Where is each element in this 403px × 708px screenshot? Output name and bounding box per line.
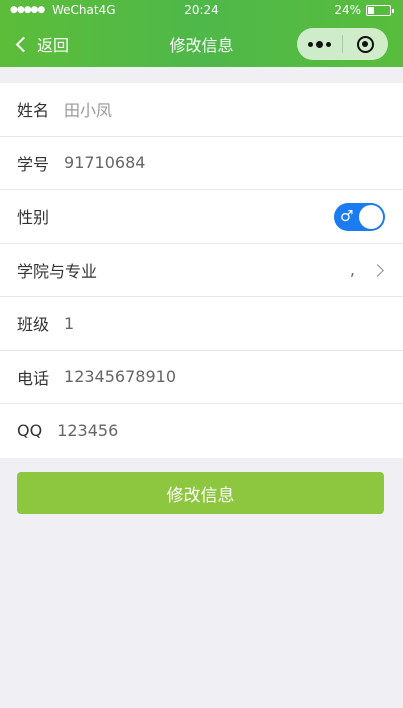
navigation-bar: 返回 修改信息 xyxy=(0,20,403,67)
name-input[interactable]: 田小凤 xyxy=(64,97,112,121)
battery-percent: 24% xyxy=(334,3,361,17)
name-label: 姓名 xyxy=(17,101,50,121)
qq-row: QQ 123456 xyxy=(0,404,403,458)
info-form: 姓名 田小凤 学号 91710684 性别 ♂ 学院与专业 , 班级 1 电话 … xyxy=(0,83,403,458)
phone-input[interactable]: 12345678910 xyxy=(64,367,176,386)
major-picker-value: , xyxy=(349,260,355,280)
gender-switch[interactable]: ♂ xyxy=(334,203,385,231)
qq-input[interactable]: 123456 xyxy=(57,421,118,440)
student-id-label: 学号 xyxy=(17,154,50,174)
qq-label: QQ xyxy=(17,421,43,441)
target-icon xyxy=(357,35,374,53)
male-icon: ♂ xyxy=(340,207,354,225)
more-dots-icon xyxy=(308,41,313,47)
battery-icon xyxy=(366,5,394,16)
chevron-right-icon xyxy=(371,263,384,277)
close-miniprogram-button[interactable] xyxy=(343,28,388,60)
top-bar: ●●●●● WeChat4G 20:24 24% 返回 修改信息 xyxy=(0,0,403,67)
name-row: 姓名 田小凤 xyxy=(0,83,403,137)
miniprogram-capsule xyxy=(297,28,388,60)
more-menu-button[interactable] xyxy=(297,28,342,60)
phone-row: 电话 12345678910 xyxy=(0,351,403,404)
class-input[interactable]: 1 xyxy=(64,314,74,333)
student-id-input[interactable]: 91710684 xyxy=(64,153,145,172)
switch-knob xyxy=(359,205,383,229)
phone-label: 电话 xyxy=(17,368,50,388)
major-label: 学院与专业 xyxy=(17,261,98,281)
status-bar: ●●●●● WeChat4G 20:24 24% xyxy=(0,0,403,20)
major-row[interactable]: 学院与专业 , xyxy=(0,244,403,297)
class-label: 班级 xyxy=(17,315,50,335)
gender-row: 性别 ♂ xyxy=(0,190,403,244)
submit-button[interactable]: 修改信息 xyxy=(17,472,384,514)
gender-label: 性别 xyxy=(17,208,50,228)
student-id-row: 学号 91710684 xyxy=(0,137,403,190)
class-row: 班级 1 xyxy=(0,297,403,351)
